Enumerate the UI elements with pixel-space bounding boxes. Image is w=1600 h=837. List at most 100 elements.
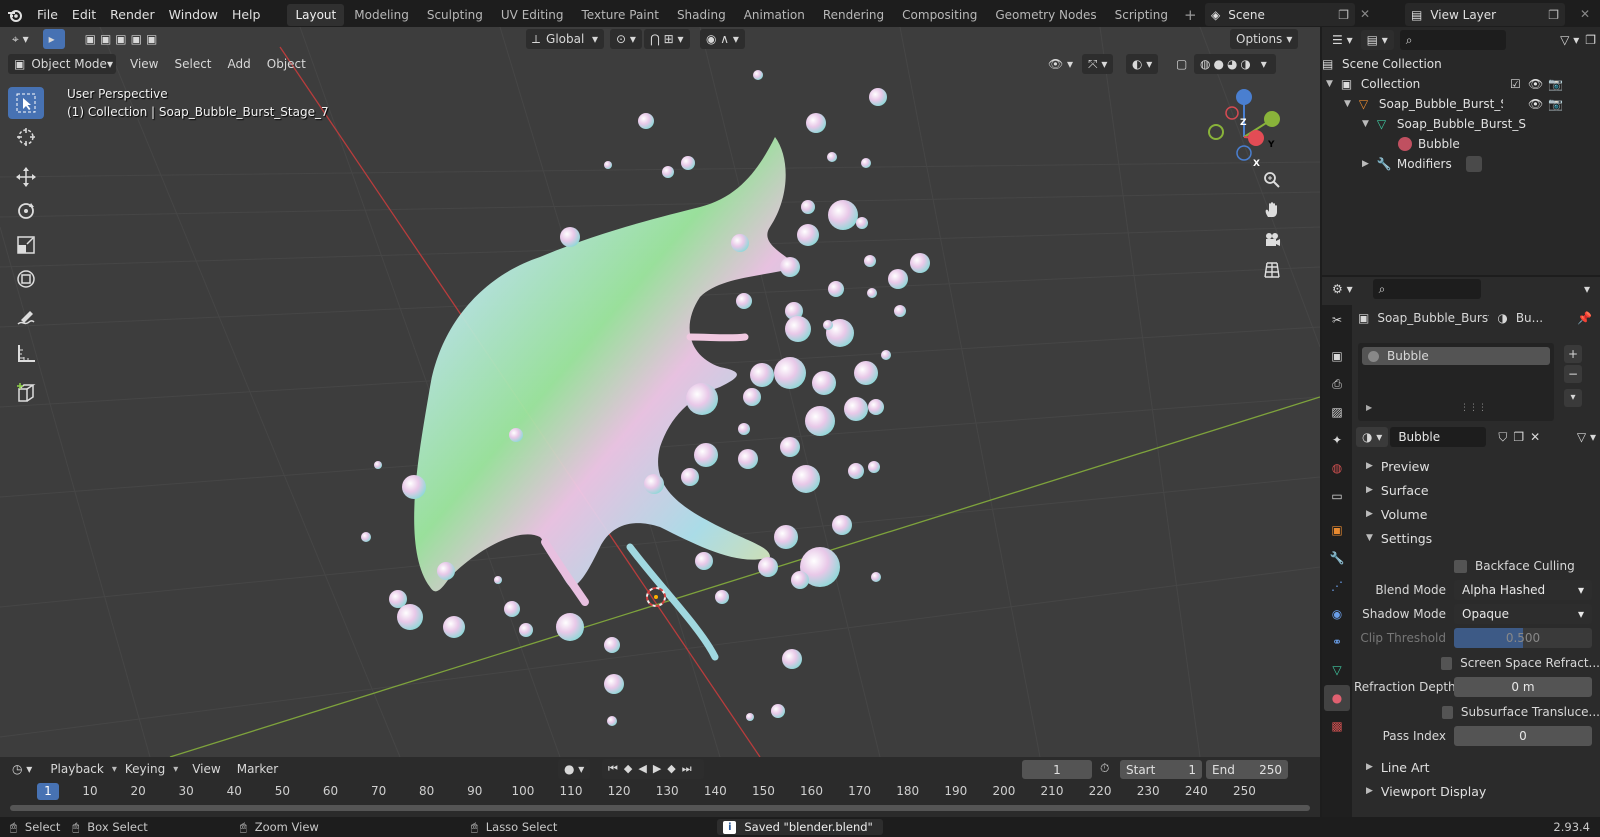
pan-view-button[interactable] xyxy=(1259,197,1285,223)
select-box-modes[interactable]: ▣▣▣▣▣ xyxy=(79,29,168,49)
rotate-tool[interactable] xyxy=(8,195,44,227)
timeline-editor-type-icon[interactable]: ◷ ▾ xyxy=(6,759,38,779)
scale-tool[interactable] xyxy=(8,229,44,261)
zoom-view-button[interactable] xyxy=(1259,167,1285,193)
tab-particles[interactable]: ⋰ xyxy=(1324,573,1350,599)
viewport-menu-object[interactable]: Object xyxy=(259,54,314,74)
timeline-scrollbar[interactable] xyxy=(10,805,1310,811)
measure-tool[interactable] xyxy=(8,337,44,369)
pin-icon[interactable]: 📌 xyxy=(1577,311,1592,325)
duplicate-material-icon[interactable]: ❐ xyxy=(1513,430,1524,444)
pass-index-field[interactable]: 0 xyxy=(1454,726,1592,746)
menu-help[interactable]: Help xyxy=(225,0,268,30)
tab-render[interactable]: ▣ xyxy=(1324,343,1350,369)
playback-controls[interactable]: ⏮◆◀▶◆⏭ xyxy=(602,759,704,779)
tab-world[interactable]: ◍ xyxy=(1324,455,1350,481)
outliner-material[interactable]: Bubble xyxy=(1322,134,1600,154)
subsurface-translucency-row[interactable]: Subsurface Transluce... xyxy=(1354,701,1600,723)
remove-slot-button[interactable]: − xyxy=(1564,365,1582,383)
annotate-tool[interactable] xyxy=(8,303,44,335)
outliner-scene-collection[interactable]: ▤ Scene Collection xyxy=(1322,54,1600,74)
current-frame-field[interactable]: 1 xyxy=(1022,760,1092,779)
current-frame-marker[interactable]: 1 xyxy=(37,783,59,800)
add-workspace-icon[interactable]: + xyxy=(1184,6,1197,24)
camera-icon[interactable]: 📷 xyxy=(1548,77,1563,91)
proportional-edit-icon[interactable]: ◉ ∧ ▾ xyxy=(700,29,745,49)
blend-mode-dropdown[interactable]: Alpha Hashed ▾ xyxy=(1454,580,1592,600)
remove-view-layer-icon[interactable]: ✕ xyxy=(1580,7,1590,21)
auto-keying-toggle-icon[interactable]: ● ▾ xyxy=(558,759,591,779)
scene-selector[interactable]: ◈ Scene ❐ xyxy=(1205,3,1355,26)
tab-modeling[interactable]: Modeling xyxy=(346,4,417,26)
add-slot-button[interactable]: + xyxy=(1564,345,1582,363)
add-cube-tool[interactable] xyxy=(8,377,44,409)
section-surface[interactable]: ▶ Surface xyxy=(1354,479,1600,501)
display-mode-icon[interactable]: ▤ ▾ xyxy=(1360,30,1394,50)
tab-data[interactable]: ▽ xyxy=(1324,657,1350,683)
blender-logo-icon[interactable] xyxy=(0,7,30,23)
outliner-collection[interactable]: ▼ ▣ Collection ☑ 👁 📷 xyxy=(1322,74,1600,94)
menu-window[interactable]: Window xyxy=(162,0,225,30)
tab-tool[interactable]: ✂ xyxy=(1324,307,1350,333)
overlay-toggle-icon[interactable]: ◐ ▾ xyxy=(1126,54,1159,74)
tab-texture-paint[interactable]: Texture Paint xyxy=(574,4,667,26)
viewport-scene[interactable] xyxy=(0,27,1320,757)
expand-icon[interactable]: ▶ xyxy=(1362,159,1369,169)
move-tool[interactable] xyxy=(8,161,44,193)
tab-shading[interactable]: Shading xyxy=(669,4,734,26)
shading-modes[interactable]: ◍●◕◑ ▾ xyxy=(1194,54,1276,74)
shadow-mode-dropdown[interactable]: Opaque ▾ xyxy=(1454,604,1592,624)
clip-threshold-slider[interactable]: 0.500 xyxy=(1454,628,1592,648)
select-box-tool[interactable] xyxy=(8,87,44,119)
select-mode-icon[interactable]: ▸ xyxy=(42,29,65,49)
tab-scene[interactable]: ✦ xyxy=(1324,427,1350,453)
section-settings[interactable]: ▼ Settings xyxy=(1354,527,1600,549)
transform-orientation-dropdown[interactable]: ⟂ Global ▾ xyxy=(526,29,604,49)
expand-icon[interactable]: ▼ xyxy=(1344,99,1351,109)
tab-view-layer[interactable]: ▨ xyxy=(1324,399,1350,425)
remove-scene-icon[interactable]: ✕ xyxy=(1360,7,1370,21)
outliner-mesh[interactable]: ▼ ▽ Soap_Bubble_Burst_S xyxy=(1322,114,1600,134)
expand-icon[interactable]: ▶ xyxy=(1366,403,1372,412)
camera-icon[interactable]: 📷 xyxy=(1548,97,1563,111)
subsurface-translucency-checkbox[interactable] xyxy=(1441,705,1453,719)
outliner-object[interactable]: ▼ ▽ Soap_Bubble_Burst_Stage 👁 📷 xyxy=(1322,94,1600,114)
expand-icon[interactable]: ▼ xyxy=(1326,79,1333,89)
resize-handle-icon[interactable]: ⋮⋮⋮ xyxy=(1460,403,1487,413)
refraction-depth-field[interactable]: 0 m xyxy=(1454,677,1592,697)
modifier-icon[interactable] xyxy=(1465,156,1482,172)
timeline-menu-keying[interactable]: Keying xyxy=(117,759,173,779)
timeline-menu-marker[interactable]: Marker xyxy=(229,759,286,779)
tab-object[interactable]: ▣ xyxy=(1324,517,1350,543)
outliner-search[interactable]: ⌕ xyxy=(1399,30,1506,50)
tab-layout[interactable]: Layout xyxy=(287,4,345,26)
menu-file[interactable]: File xyxy=(30,0,65,30)
eye-icon[interactable]: 👁 xyxy=(1528,97,1543,111)
tab-modifiers[interactable]: 🔧 xyxy=(1324,545,1350,571)
unlink-material-icon[interactable]: ✕ xyxy=(1530,430,1540,444)
menu-render[interactable]: Render xyxy=(103,0,162,30)
tab-scripting[interactable]: Scripting xyxy=(1107,4,1176,26)
expand-icon[interactable]: ▼ xyxy=(1362,119,1369,129)
tab-sculpting[interactable]: Sculpting xyxy=(419,4,491,26)
camera-view-button[interactable] xyxy=(1259,227,1285,253)
eye-icon[interactable]: 👁 xyxy=(1528,77,1543,91)
pivot-point-icon[interactable]: ⊙ ▾ xyxy=(610,29,642,49)
filter-icon[interactable]: ▽ ▾ xyxy=(1554,30,1585,50)
screen-space-refraction-row[interactable]: Screen Space Refract... xyxy=(1354,652,1600,674)
section-line-art[interactable]: ▶ Line Art xyxy=(1354,756,1600,778)
exclude-checkbox-icon[interactable]: ☑ xyxy=(1510,77,1521,91)
browse-material-icon[interactable]: ◑ ▾ xyxy=(1356,427,1389,447)
fake-user-icon[interactable]: ⛉ xyxy=(1498,430,1507,445)
end-frame-field[interactable]: End 250 xyxy=(1206,760,1288,779)
options-dropdown[interactable]: Options ▾ xyxy=(1230,29,1299,49)
tab-material[interactable]: ● xyxy=(1324,685,1350,711)
outliner-editor-type-icon[interactable]: ☰ ▾ xyxy=(1326,30,1359,50)
material-slot-item[interactable]: Bubble xyxy=(1362,347,1550,365)
viewport-menu-select[interactable]: Select xyxy=(166,54,219,74)
new-collection-icon[interactable]: ❐ xyxy=(1585,33,1596,47)
backface-culling-row[interactable]: Backface Culling xyxy=(1354,555,1600,577)
material-name-field[interactable]: Bubble xyxy=(1390,427,1487,447)
frame-ruler[interactable]: 1 10 20 30 40 50 60 70 80 90 100 110 120 130 140 150 160… xyxy=(0,781,1320,803)
viewport-menu-view[interactable]: View xyxy=(122,54,166,74)
